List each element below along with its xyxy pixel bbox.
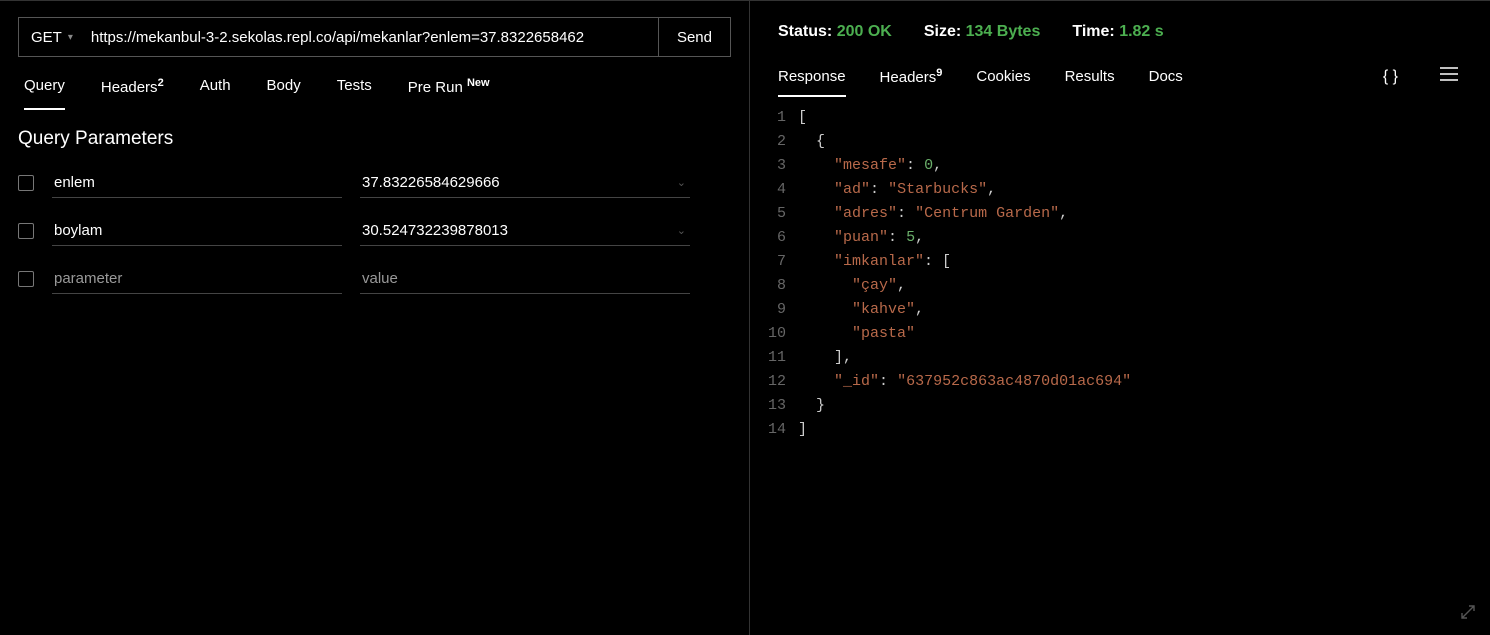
param-checkbox[interactable]	[18, 223, 34, 239]
request-bar: GET ▾ Send	[18, 17, 731, 57]
size-value: 134 Bytes	[966, 23, 1041, 40]
size-block: Size: 134 Bytes	[924, 23, 1041, 41]
param-key-input[interactable]	[52, 216, 342, 245]
tab-docs[interactable]: Docs	[1149, 68, 1183, 85]
response-pane: Status: 200 OK Size: 134 Bytes Time: 1.8…	[750, 0, 1490, 635]
tab-results[interactable]: Results	[1065, 68, 1115, 85]
response-body[interactable]: 1234567891011121314 [ { "mesafe": 0, "ad…	[750, 100, 1490, 442]
chevron-down-icon[interactable]: ⌄	[673, 224, 690, 237]
section-title: Query Parameters	[0, 110, 749, 168]
chevron-down-icon: ▾	[68, 32, 73, 43]
tab-body[interactable]: Body	[267, 77, 301, 96]
tab-headers[interactable]: Headers2	[101, 77, 164, 96]
code-content: [ { "mesafe": 0, "ad": "Starbucks", "adr…	[798, 106, 1131, 442]
request-tabs: Query Headers2 Auth Body Tests Pre Run N…	[0, 57, 749, 110]
response-tabs: Response Headers9 Cookies Results Docs {…	[750, 41, 1490, 100]
url-input[interactable]	[83, 18, 658, 56]
tab-response-headers[interactable]: Headers9	[880, 67, 943, 86]
tab-auth[interactable]: Auth	[200, 77, 231, 96]
param-value-input[interactable]	[360, 216, 673, 245]
chevron-down-icon[interactable]: ⌄	[673, 176, 690, 189]
send-button[interactable]: Send	[658, 18, 730, 56]
time-value: 1.82 s	[1119, 23, 1163, 40]
tab-query[interactable]: Query	[24, 77, 65, 96]
method-select[interactable]: GET ▾	[19, 18, 83, 56]
param-row: ⌄	[18, 168, 731, 198]
status-value: 200 OK	[837, 23, 892, 40]
status-block: Status: 200 OK	[778, 23, 892, 41]
tab-prerun[interactable]: Pre Run New	[408, 77, 490, 96]
param-checkbox[interactable]	[18, 271, 34, 287]
param-row: ⌄	[18, 216, 731, 246]
param-checkbox[interactable]	[18, 175, 34, 191]
tab-cookies[interactable]: Cookies	[976, 68, 1030, 85]
param-value-input[interactable]	[360, 264, 690, 293]
param-row	[18, 264, 731, 294]
tab-response[interactable]: Response	[778, 68, 846, 85]
menu-icon[interactable]	[1436, 65, 1462, 88]
param-key-input[interactable]	[52, 264, 342, 293]
method-label: GET	[31, 29, 62, 46]
param-value-input[interactable]	[360, 168, 673, 197]
status-line: Status: 200 OK Size: 134 Bytes Time: 1.8…	[750, 1, 1490, 41]
param-key-input[interactable]	[52, 168, 342, 197]
request-pane: GET ▾ Send Query Headers2 Auth Body Test…	[0, 0, 750, 635]
line-gutter: 1234567891011121314	[750, 106, 798, 442]
expand-icon[interactable]	[1460, 604, 1476, 625]
time-block: Time: 1.82 s	[1072, 23, 1163, 41]
tab-tests[interactable]: Tests	[337, 77, 372, 96]
braces-icon[interactable]: { }	[1379, 66, 1402, 88]
params-list: ⌄ ⌄	[0, 168, 749, 294]
